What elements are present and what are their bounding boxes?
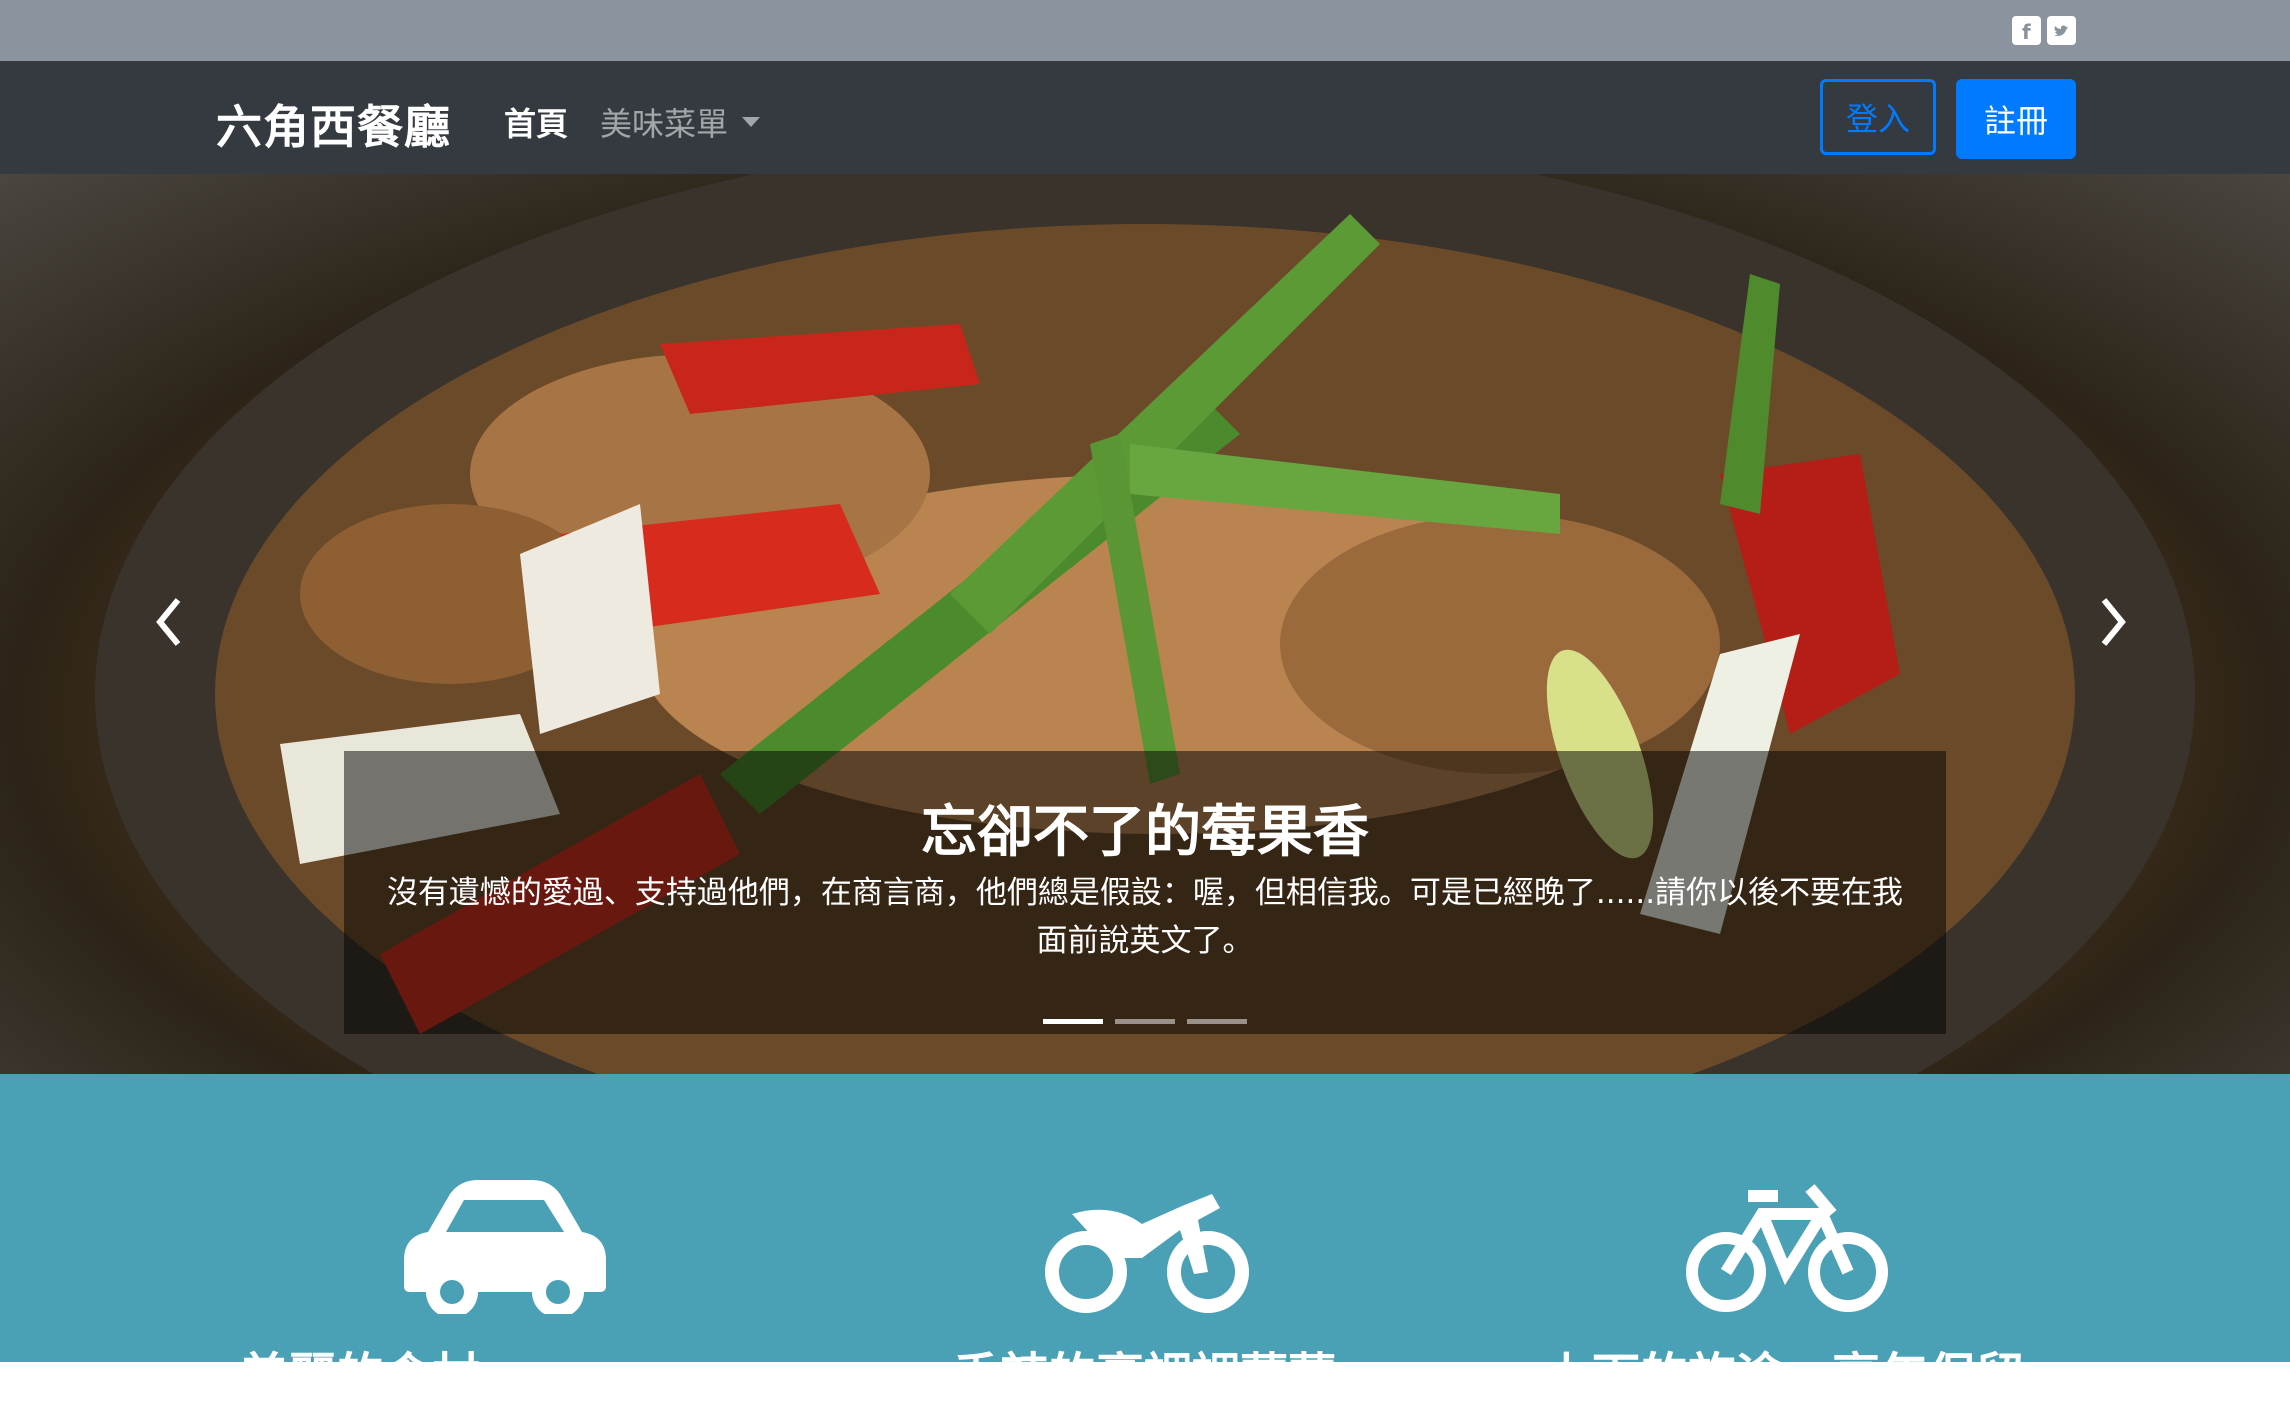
facebook-icon[interactable]: f xyxy=(2012,16,2041,45)
chevron-left-icon[interactable] xyxy=(150,592,190,652)
carousel-indicator[interactable] xyxy=(1043,1019,1103,1024)
carousel-indicators xyxy=(344,1019,1946,1024)
nav-home-link[interactable]: 首頁 xyxy=(504,99,568,145)
bicycle-icon xyxy=(1686,1184,1888,1312)
feature-label: 上下的旅途，享年保留 xyxy=(1543,1348,2024,1404)
feature-label: 香辣的烹調調薑薑 xyxy=(951,1348,1336,1404)
svg-text:f: f xyxy=(2022,20,2031,42)
carousel-indicator[interactable] xyxy=(1187,1019,1247,1024)
feature-label: 美麗的食材 xyxy=(239,1348,480,1404)
motorcycle-icon xyxy=(1045,1194,1249,1313)
nav-menu-dropdown[interactable]: 美味菜單 xyxy=(600,99,761,145)
hero-carousel: 忘卻不了的莓果香 沒有遺憾的愛過、支持過他們，在商言商，他們總是假設：喔，但相信… xyxy=(0,174,2290,1074)
carousel-indicator[interactable] xyxy=(1115,1019,1175,1024)
carousel-caption: 忘卻不了的莓果香 沒有遺憾的愛過、支持過他們，在商言商，他們總是假設：喔，但相信… xyxy=(344,751,1946,1034)
login-button[interactable]: 登入 xyxy=(1820,79,1936,155)
chevron-right-icon[interactable] xyxy=(2092,592,2132,652)
signup-button[interactable]: 註冊 xyxy=(1956,79,2076,159)
chevron-down-icon xyxy=(742,117,761,127)
social-links: f xyxy=(2012,16,2076,45)
features-section: 美麗的食材 香辣的烹調調薑薑 上下的旅途，享年保留 xyxy=(0,1074,2290,1404)
carousel-title: 忘卻不了的莓果香 xyxy=(921,800,1369,865)
car-icon xyxy=(404,1180,606,1314)
nav-menu-label: 美味菜單 xyxy=(600,105,729,143)
top-bar: f xyxy=(0,0,2290,61)
brand-logo[interactable]: 六角西餐廳 xyxy=(216,91,451,157)
navbar: 六角西餐廳 首頁 美味菜單 登入 註冊 xyxy=(0,61,2290,174)
carousel-text: 沒有遺憾的愛過、支持過他們，在商言商，他們總是假設：喔，但相信我。可是已經晚了.… xyxy=(386,875,1904,959)
twitter-icon[interactable] xyxy=(2047,16,2076,45)
